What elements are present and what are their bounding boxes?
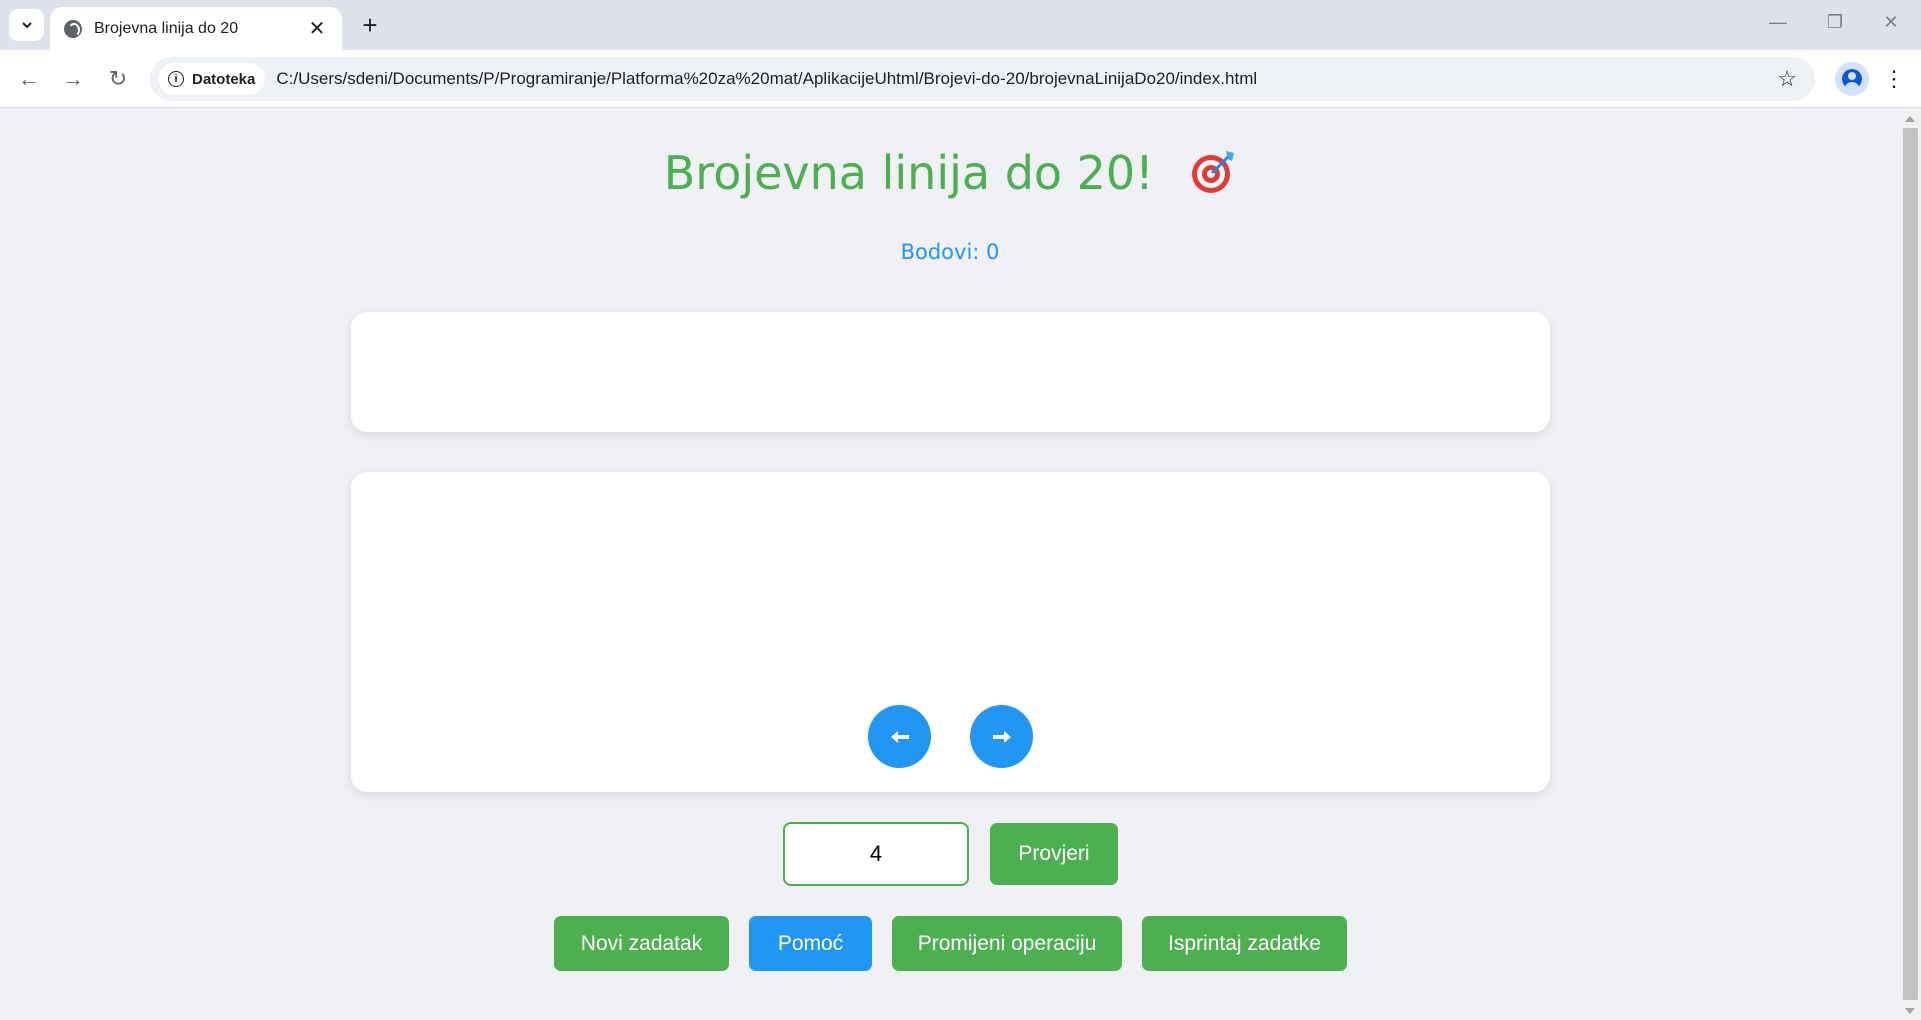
page-title: Brojevna linija do 20!	[0, 146, 1900, 200]
arrow-left-icon	[890, 730, 909, 743]
info-icon: i	[168, 71, 184, 87]
move-right-button[interactable]	[970, 705, 1033, 768]
new-tab-button[interactable]: +	[355, 10, 385, 41]
move-left-button[interactable]	[868, 705, 931, 768]
person-icon	[1842, 69, 1862, 89]
tab-strip: Brojevna linija do 20 ✕ + — ❐ ✕	[0, 0, 1921, 50]
arrow-right-icon	[992, 730, 1011, 743]
scroll-thumb[interactable]	[1903, 128, 1918, 1000]
minimize-icon[interactable]: —	[1763, 12, 1793, 33]
help-button[interactable]: Pomoć	[749, 916, 872, 971]
address-bar[interactable]: i Datoteka C:/Users/sdeni/Documents/P/Pr…	[150, 57, 1815, 101]
check-button[interactable]: Provjeri	[990, 823, 1118, 885]
browser-toolbar: ← → ↻ i Datoteka C:/Users/sdeni/Document…	[0, 50, 1921, 108]
scroll-down-icon[interactable]	[1905, 1008, 1915, 1014]
back-arrow-icon[interactable]: ←	[12, 62, 46, 96]
answer-input[interactable]	[783, 822, 969, 886]
print-tasks-button[interactable]: Isprintaj zadatke	[1142, 916, 1347, 971]
target-icon	[1190, 149, 1236, 195]
browser-tab[interactable]: Brojevna linija do 20 ✕	[50, 7, 342, 50]
bookmark-star-icon[interactable]: ☆	[1777, 66, 1797, 92]
scroll-up-icon[interactable]	[1905, 116, 1915, 122]
change-operation-button[interactable]: Promijeni operaciju	[892, 916, 1122, 971]
chevron-down-icon	[21, 22, 32, 29]
close-tab-icon[interactable]: ✕	[306, 16, 328, 41]
new-task-button[interactable]: Novi zadatak	[554, 916, 729, 971]
tab-title: Brojevna linija do 20	[94, 19, 239, 37]
forward-arrow-icon[interactable]: →	[56, 62, 90, 96]
number-line-card	[351, 472, 1550, 792]
reload-icon[interactable]: ↻	[101, 62, 135, 96]
restore-icon[interactable]: ❐	[1820, 12, 1850, 33]
site-info-label: Datoteka	[192, 70, 256, 88]
globe-icon	[64, 19, 82, 38]
site-info-chip[interactable]: i Datoteka	[158, 63, 266, 95]
more-menu-icon[interactable]: ⋮	[1882, 62, 1906, 96]
scrollbar[interactable]	[1900, 110, 1921, 1020]
close-window-icon[interactable]: ✕	[1876, 12, 1906, 33]
task-card	[351, 312, 1550, 432]
profile-avatar[interactable]	[1835, 62, 1869, 96]
page-title-text: Brojevna linija do 20!	[663, 146, 1154, 200]
url-text[interactable]: C:/Users/sdeni/Documents/P/Programiranje…	[276, 69, 1257, 89]
tab-search-button[interactable]	[9, 9, 44, 41]
score-label: Bodovi: 0	[900, 240, 1000, 264]
